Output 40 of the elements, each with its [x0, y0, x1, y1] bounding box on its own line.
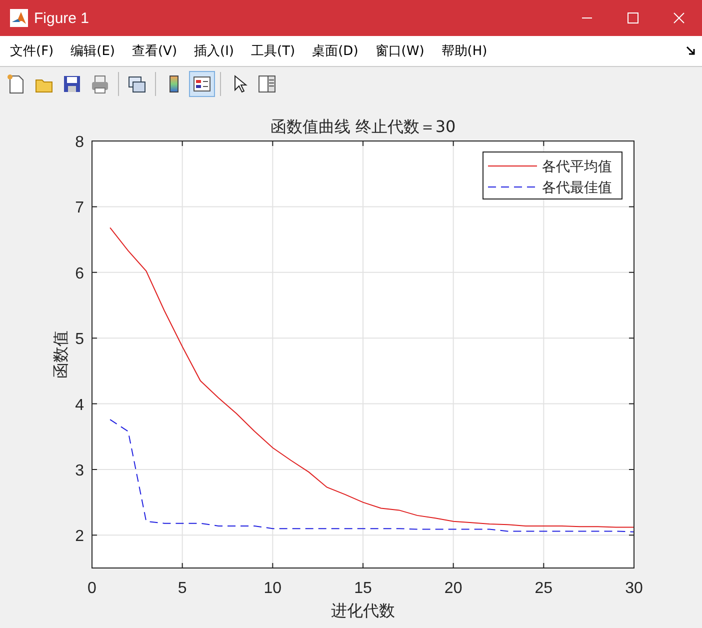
close-icon[interactable] — [673, 12, 685, 24]
printer-icon — [90, 74, 110, 94]
save-icon — [62, 74, 82, 94]
menu-item[interactable]: 窗口(W) — [369, 42, 430, 60]
window-title: Figure 1 — [34, 10, 90, 26]
menu-item[interactable]: 编辑(E) — [64, 42, 121, 60]
legend-label: 各代最佳值 — [542, 180, 612, 196]
property-panel-icon — [257, 74, 277, 94]
x-axis-label: 进化代数 — [331, 601, 395, 620]
y-tick-label: 3 — [75, 462, 84, 480]
menu-item[interactable]: 桌面(D) — [306, 42, 364, 60]
y-tick-label: 4 — [75, 396, 84, 414]
chart-title: 函数值曲线 终止代数＝30 — [270, 117, 456, 136]
toolbar-button[interactable] — [189, 70, 215, 96]
menu-item[interactable]: 插入(I) — [188, 42, 240, 60]
maximize-icon[interactable] — [627, 12, 639, 24]
legend-label: 各代平均值 — [542, 159, 612, 175]
menu-item[interactable]: 帮助(H) — [435, 42, 494, 60]
x-tick-label: 15 — [354, 580, 372, 597]
y-tick-label: 2 — [75, 528, 84, 546]
new-file-icon — [6, 74, 26, 94]
y-tick-label: 6 — [75, 265, 84, 282]
y-tick-label: 8 — [75, 134, 84, 151]
x-tick-label: 30 — [625, 580, 643, 597]
x-tick-label: 25 — [534, 580, 553, 597]
menu-item[interactable]: 文件(F) — [4, 42, 60, 60]
y-tick-label: 7 — [75, 200, 84, 217]
linked-windows-icon — [127, 74, 147, 94]
y-axis-label: 函数值 — [51, 330, 70, 378]
app-logo-icon — [10, 9, 28, 27]
dock-arrow-icon[interactable] — [686, 46, 696, 56]
legend-icon — [192, 74, 212, 94]
legend-line — [488, 186, 538, 188]
x-tick-label: 5 — [178, 580, 187, 597]
x-tick-label: 10 — [264, 580, 282, 597]
x-tick-label: 20 — [444, 580, 462, 597]
menu-item[interactable]: 工具(T) — [245, 42, 302, 60]
x-tick-label: 0 — [88, 580, 96, 597]
y-tick-label: 5 — [75, 331, 84, 348]
menu-item[interactable]: 查看(V) — [126, 42, 184, 60]
